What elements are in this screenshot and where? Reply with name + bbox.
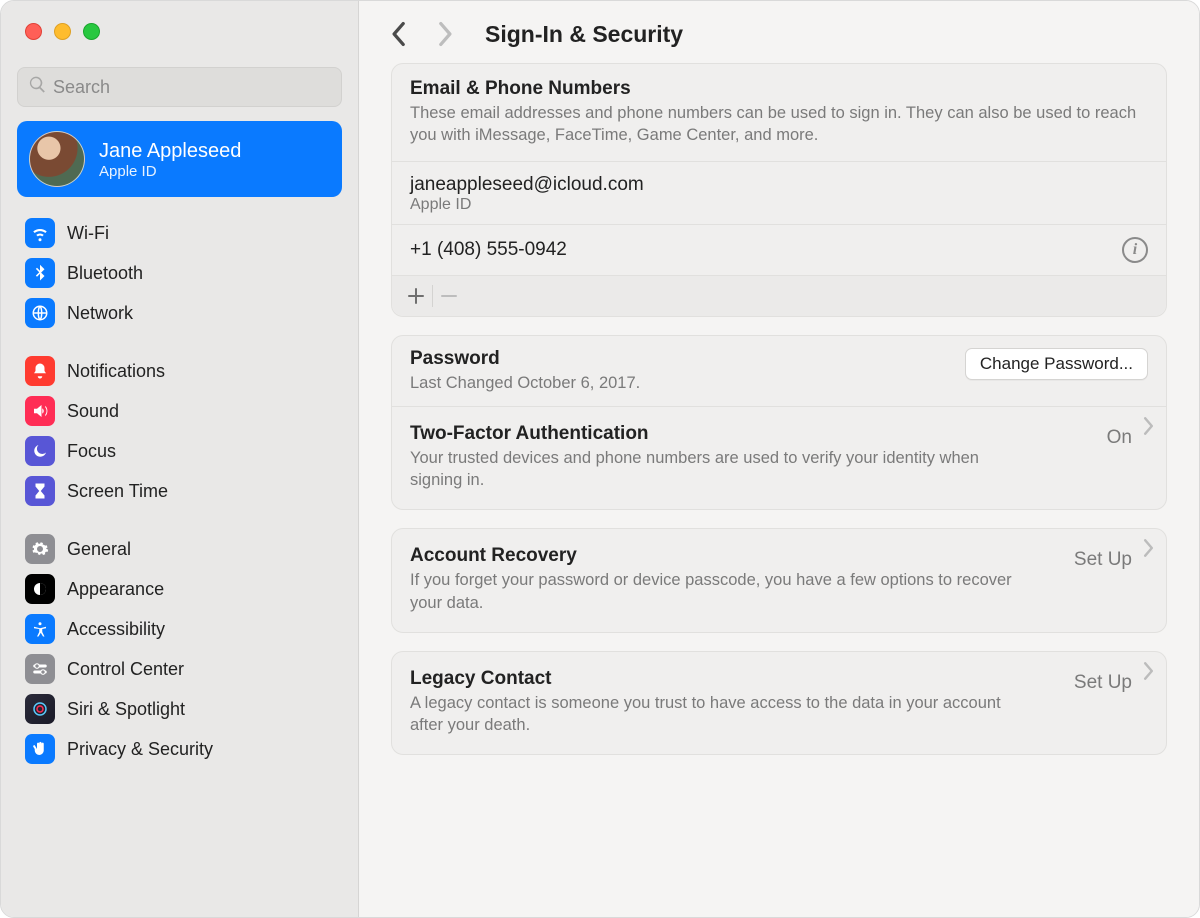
contact-phone-value: +1 (408) 555-0942 — [410, 239, 567, 261]
sidebar-item-appearance[interactable]: Appearance — [17, 569, 342, 609]
gear-icon — [25, 534, 55, 564]
window-controls — [1, 1, 358, 57]
sidebar-item-label: Control Center — [67, 659, 184, 680]
contact-email-value: janeappleseed@icloud.com — [410, 174, 644, 196]
sidebar-item-label: Focus — [67, 441, 116, 462]
chevron-right-icon — [1143, 539, 1154, 562]
sidebar-item-screentime[interactable]: Screen Time — [17, 471, 342, 511]
contact-email-sub: Apple ID — [410, 196, 471, 214]
page-title: Sign-In & Security — [485, 21, 683, 48]
twofa-row[interactable]: On Two-Factor Authentication Your truste… — [392, 407, 1166, 510]
moon-icon — [25, 436, 55, 466]
hand-icon — [25, 734, 55, 764]
remove-contact-button[interactable] — [435, 282, 463, 310]
main-content: Sign-In & Security Email & Phone Numbers… — [359, 1, 1199, 917]
sidebar-item-controlcenter[interactable]: Control Center — [17, 649, 342, 689]
sidebar-item-bluetooth[interactable]: Bluetooth — [17, 253, 342, 293]
twofa-status: On — [1107, 427, 1132, 449]
sidebar-item-network[interactable]: Network — [17, 293, 342, 333]
settings-window: Jane Appleseed Apple ID Wi-Fi Bluetooth — [0, 0, 1200, 918]
chevron-right-icon — [1143, 417, 1154, 440]
recovery-panel: Set Up Account Recovery If you forget yo… — [391, 528, 1167, 633]
legacy-desc: A legacy contact is someone you trust to… — [410, 692, 1030, 737]
profile-name: Jane Appleseed — [99, 139, 241, 163]
sidebar-item-appleid[interactable]: Jane Appleseed Apple ID — [17, 121, 342, 197]
search-field[interactable] — [17, 67, 342, 107]
legacy-panel: Set Up Legacy Contact A legacy contact i… — [391, 651, 1167, 756]
profile-subtitle: Apple ID — [99, 163, 241, 180]
sidebar-item-label: Notifications — [67, 361, 165, 382]
minimize-window-button[interactable] — [54, 23, 71, 40]
sidebar-nav: Wi-Fi Bluetooth Network — [1, 207, 358, 787]
forward-button[interactable] — [431, 19, 461, 49]
sidebar-item-label: Network — [67, 303, 133, 324]
password-panel: Password Last Changed October 6, 2017. C… — [391, 335, 1167, 511]
sidebar-item-label: Screen Time — [67, 481, 168, 502]
add-contact-button[interactable] — [402, 282, 430, 310]
chevron-right-icon — [1143, 662, 1154, 685]
accessibility-icon — [25, 614, 55, 644]
sidebar-item-privacy[interactable]: Privacy & Security — [17, 729, 342, 769]
password-title: Password — [410, 348, 640, 370]
email-phone-desc: These email addresses and phone numbers … — [410, 102, 1148, 147]
legacy-status: Set Up — [1074, 672, 1132, 694]
twofa-title: Two-Factor Authentication — [410, 423, 1148, 445]
sidebar-item-accessibility[interactable]: Accessibility — [17, 609, 342, 649]
bluetooth-icon — [25, 258, 55, 288]
sidebar-item-label: Privacy & Security — [67, 739, 213, 760]
sidebar-item-general[interactable]: General — [17, 529, 342, 569]
globe-icon — [25, 298, 55, 328]
contact-row-email[interactable]: janeappleseed@icloud.com Apple ID — [392, 162, 1166, 224]
sidebar-item-sound[interactable]: Sound — [17, 391, 342, 431]
sidebar-item-label: General — [67, 539, 131, 560]
close-window-button[interactable] — [25, 23, 42, 40]
legacy-row[interactable]: Set Up Legacy Contact A legacy contact i… — [392, 652, 1166, 755]
info-icon[interactable]: i — [1122, 237, 1148, 263]
topbar: Sign-In & Security — [359, 1, 1199, 63]
sidebar-item-label: Sound — [67, 401, 119, 422]
siri-icon — [25, 694, 55, 724]
sliders-icon — [25, 654, 55, 684]
email-phone-footer — [392, 275, 1166, 316]
change-password-button[interactable]: Change Password... — [965, 348, 1148, 380]
sidebar-item-label: Bluetooth — [67, 263, 143, 284]
sidebar-item-focus[interactable]: Focus — [17, 431, 342, 471]
recovery-status: Set Up — [1074, 549, 1132, 571]
email-phone-title: Email & Phone Numbers — [410, 78, 1148, 100]
recovery-desc: If you forget your password or device pa… — [410, 569, 1030, 614]
bell-icon — [25, 356, 55, 386]
recovery-row[interactable]: Set Up Account Recovery If you forget yo… — [392, 529, 1166, 632]
hourglass-icon — [25, 476, 55, 506]
sidebar-item-wifi[interactable]: Wi-Fi — [17, 213, 342, 253]
search-icon — [28, 75, 53, 99]
sidebar-item-label: Wi-Fi — [67, 223, 109, 244]
password-desc: Last Changed October 6, 2017. — [410, 372, 640, 394]
recovery-title: Account Recovery — [410, 545, 1148, 567]
contact-row-phone[interactable]: +1 (408) 555-0942 i — [392, 225, 1166, 275]
sidebar-item-siri[interactable]: Siri & Spotlight — [17, 689, 342, 729]
search-input[interactable] — [53, 77, 331, 98]
sidebar-item-label: Accessibility — [67, 619, 165, 640]
legacy-title: Legacy Contact — [410, 668, 1148, 690]
email-phone-panel: Email & Phone Numbers These email addres… — [391, 63, 1167, 317]
twofa-desc: Your trusted devices and phone numbers a… — [410, 447, 1030, 492]
appearance-icon — [25, 574, 55, 604]
wifi-icon — [25, 218, 55, 248]
avatar — [29, 131, 85, 187]
sidebar: Jane Appleseed Apple ID Wi-Fi Bluetooth — [1, 1, 359, 917]
sidebar-item-notifications[interactable]: Notifications — [17, 351, 342, 391]
back-button[interactable] — [383, 19, 413, 49]
sidebar-item-label: Appearance — [67, 579, 164, 600]
sidebar-item-label: Siri & Spotlight — [67, 699, 185, 720]
speaker-icon — [25, 396, 55, 426]
zoom-window-button[interactable] — [83, 23, 100, 40]
